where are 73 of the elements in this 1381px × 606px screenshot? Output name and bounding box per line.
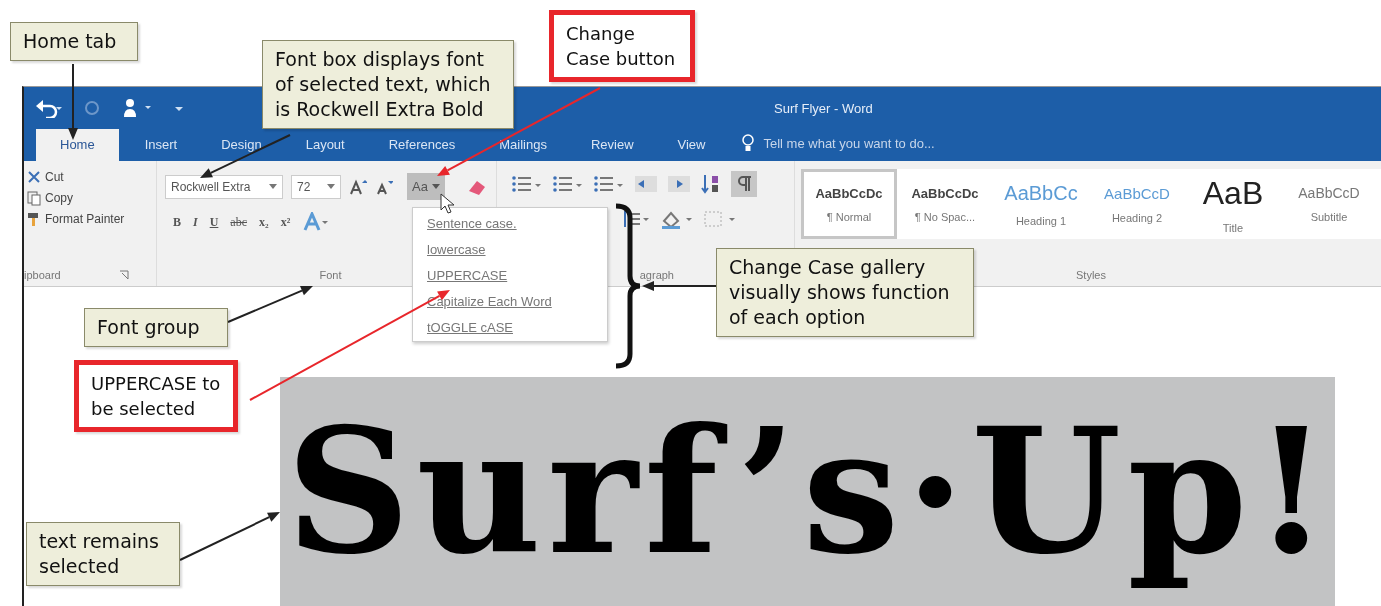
borders-icon [703, 209, 737, 229]
text-effects-icon [302, 212, 329, 232]
group-label: ipboard [24, 269, 61, 281]
ribbon-tab[interactable]: Mailings [481, 129, 565, 161]
style-preview: AaB [1202, 174, 1264, 212]
style-name: Heading 2 [1111, 211, 1163, 224]
menu-item[interactable]: tOGGLE cASE [427, 320, 607, 335]
callout-label: text remains selected [26, 522, 180, 586]
callout-label: Change Case gallery visually shows function of each option [716, 248, 974, 337]
format-button[interactable]: B [173, 214, 181, 230]
menu-item[interactable]: Capitalize Each Word [427, 294, 607, 309]
callout-label: Home tab [10, 22, 138, 61]
ribbon-tab[interactable]: References [370, 129, 474, 161]
font-size-box[interactable]: 72 [291, 174, 341, 199]
clipboard-button[interactable]: Format Painter [24, 211, 156, 227]
numbering-icon [552, 174, 584, 194]
font-size-value: 72 [297, 179, 311, 194]
style-preview: AaBbCc [1004, 181, 1078, 205]
document-text: Surf’s·Up! [280, 377, 1335, 606]
lightbulb-icon [741, 133, 756, 153]
menu-item[interactable]: Sentence case. [427, 216, 607, 231]
font-name-value: Rockwell Extra [171, 179, 251, 194]
format-button[interactable]: abc [230, 214, 247, 230]
style-name: Subtitle [1310, 211, 1348, 223]
format-button[interactable]: x² [280, 214, 291, 230]
increase-indent-icon [667, 174, 691, 194]
tell-me-field[interactable]: Tell me what you want to do... [761, 134, 1026, 152]
shading-icon [660, 209, 694, 229]
grow-font-icon [349, 177, 367, 196]
clipboard-button[interactable]: Copy [24, 190, 156, 206]
clipboard-button[interactable]: Cut [24, 169, 156, 185]
ribbon-tab[interactable]: Insert [126, 129, 196, 161]
caret-icon [431, 183, 440, 190]
style-name: Heading 1 [1015, 214, 1067, 227]
menu-item[interactable]: UPPERCASE [427, 268, 607, 283]
style-tile[interactable]: AaBbCcDc ¶ Normal [801, 169, 897, 239]
ribbon-tab[interactable]: Home [36, 129, 119, 161]
group-label: Font [319, 269, 342, 281]
callout-label: Change Case button [549, 10, 695, 82]
menu-item[interactable]: lowercase [427, 242, 607, 257]
style-preview: AaBbCcD [1298, 185, 1360, 201]
format-button[interactable]: I [193, 214, 198, 230]
callout-label: UPPERCASE to be selected [74, 360, 238, 432]
style-preview: AaBbCcDc [911, 185, 979, 201]
decrease-indent-icon [634, 174, 658, 194]
bullets-icon [511, 174, 543, 194]
multilevel-list-icon [593, 174, 625, 194]
style-name: Title [1222, 221, 1244, 234]
pilcrow-icon [731, 171, 757, 197]
ribbon-tab[interactable]: Layout [287, 129, 363, 161]
style-preview: AaBbCcDc [815, 185, 883, 201]
group-label: agraph [639, 269, 674, 281]
callout-label: Font box displays font of selected text, which is Rockwell Extra Bold [262, 40, 514, 129]
line-spacing-icon [621, 209, 651, 229]
style-name: ¶ No Spac... [914, 210, 976, 223]
font-name-box[interactable]: Rockwell Extra [165, 174, 283, 199]
dropdown-arrow-icon [327, 183, 335, 190]
style-name: ¶ Normal [826, 210, 872, 223]
style-preview: AaBbCcD [1104, 184, 1170, 202]
ribbon-tab[interactable]: Design [203, 129, 280, 161]
ribbon-tab[interactable]: Review [572, 129, 652, 161]
format-button[interactable]: x₂ [259, 214, 269, 230]
dialog-launcher-icon [118, 270, 129, 280]
window-title: Surf Flyer - Word [774, 100, 873, 116]
ribbon-tab[interactable]: View [659, 129, 724, 161]
change-case-button[interactable]: Aa [407, 173, 445, 200]
dropdown-arrow-icon [269, 183, 277, 190]
format-button[interactable]: U [209, 214, 219, 230]
callout-label: Font group [84, 308, 228, 347]
group-label: Styles [1076, 269, 1106, 281]
copy-icon [26, 190, 42, 206]
undo-icon [34, 98, 64, 118]
scissors-icon [26, 169, 42, 185]
